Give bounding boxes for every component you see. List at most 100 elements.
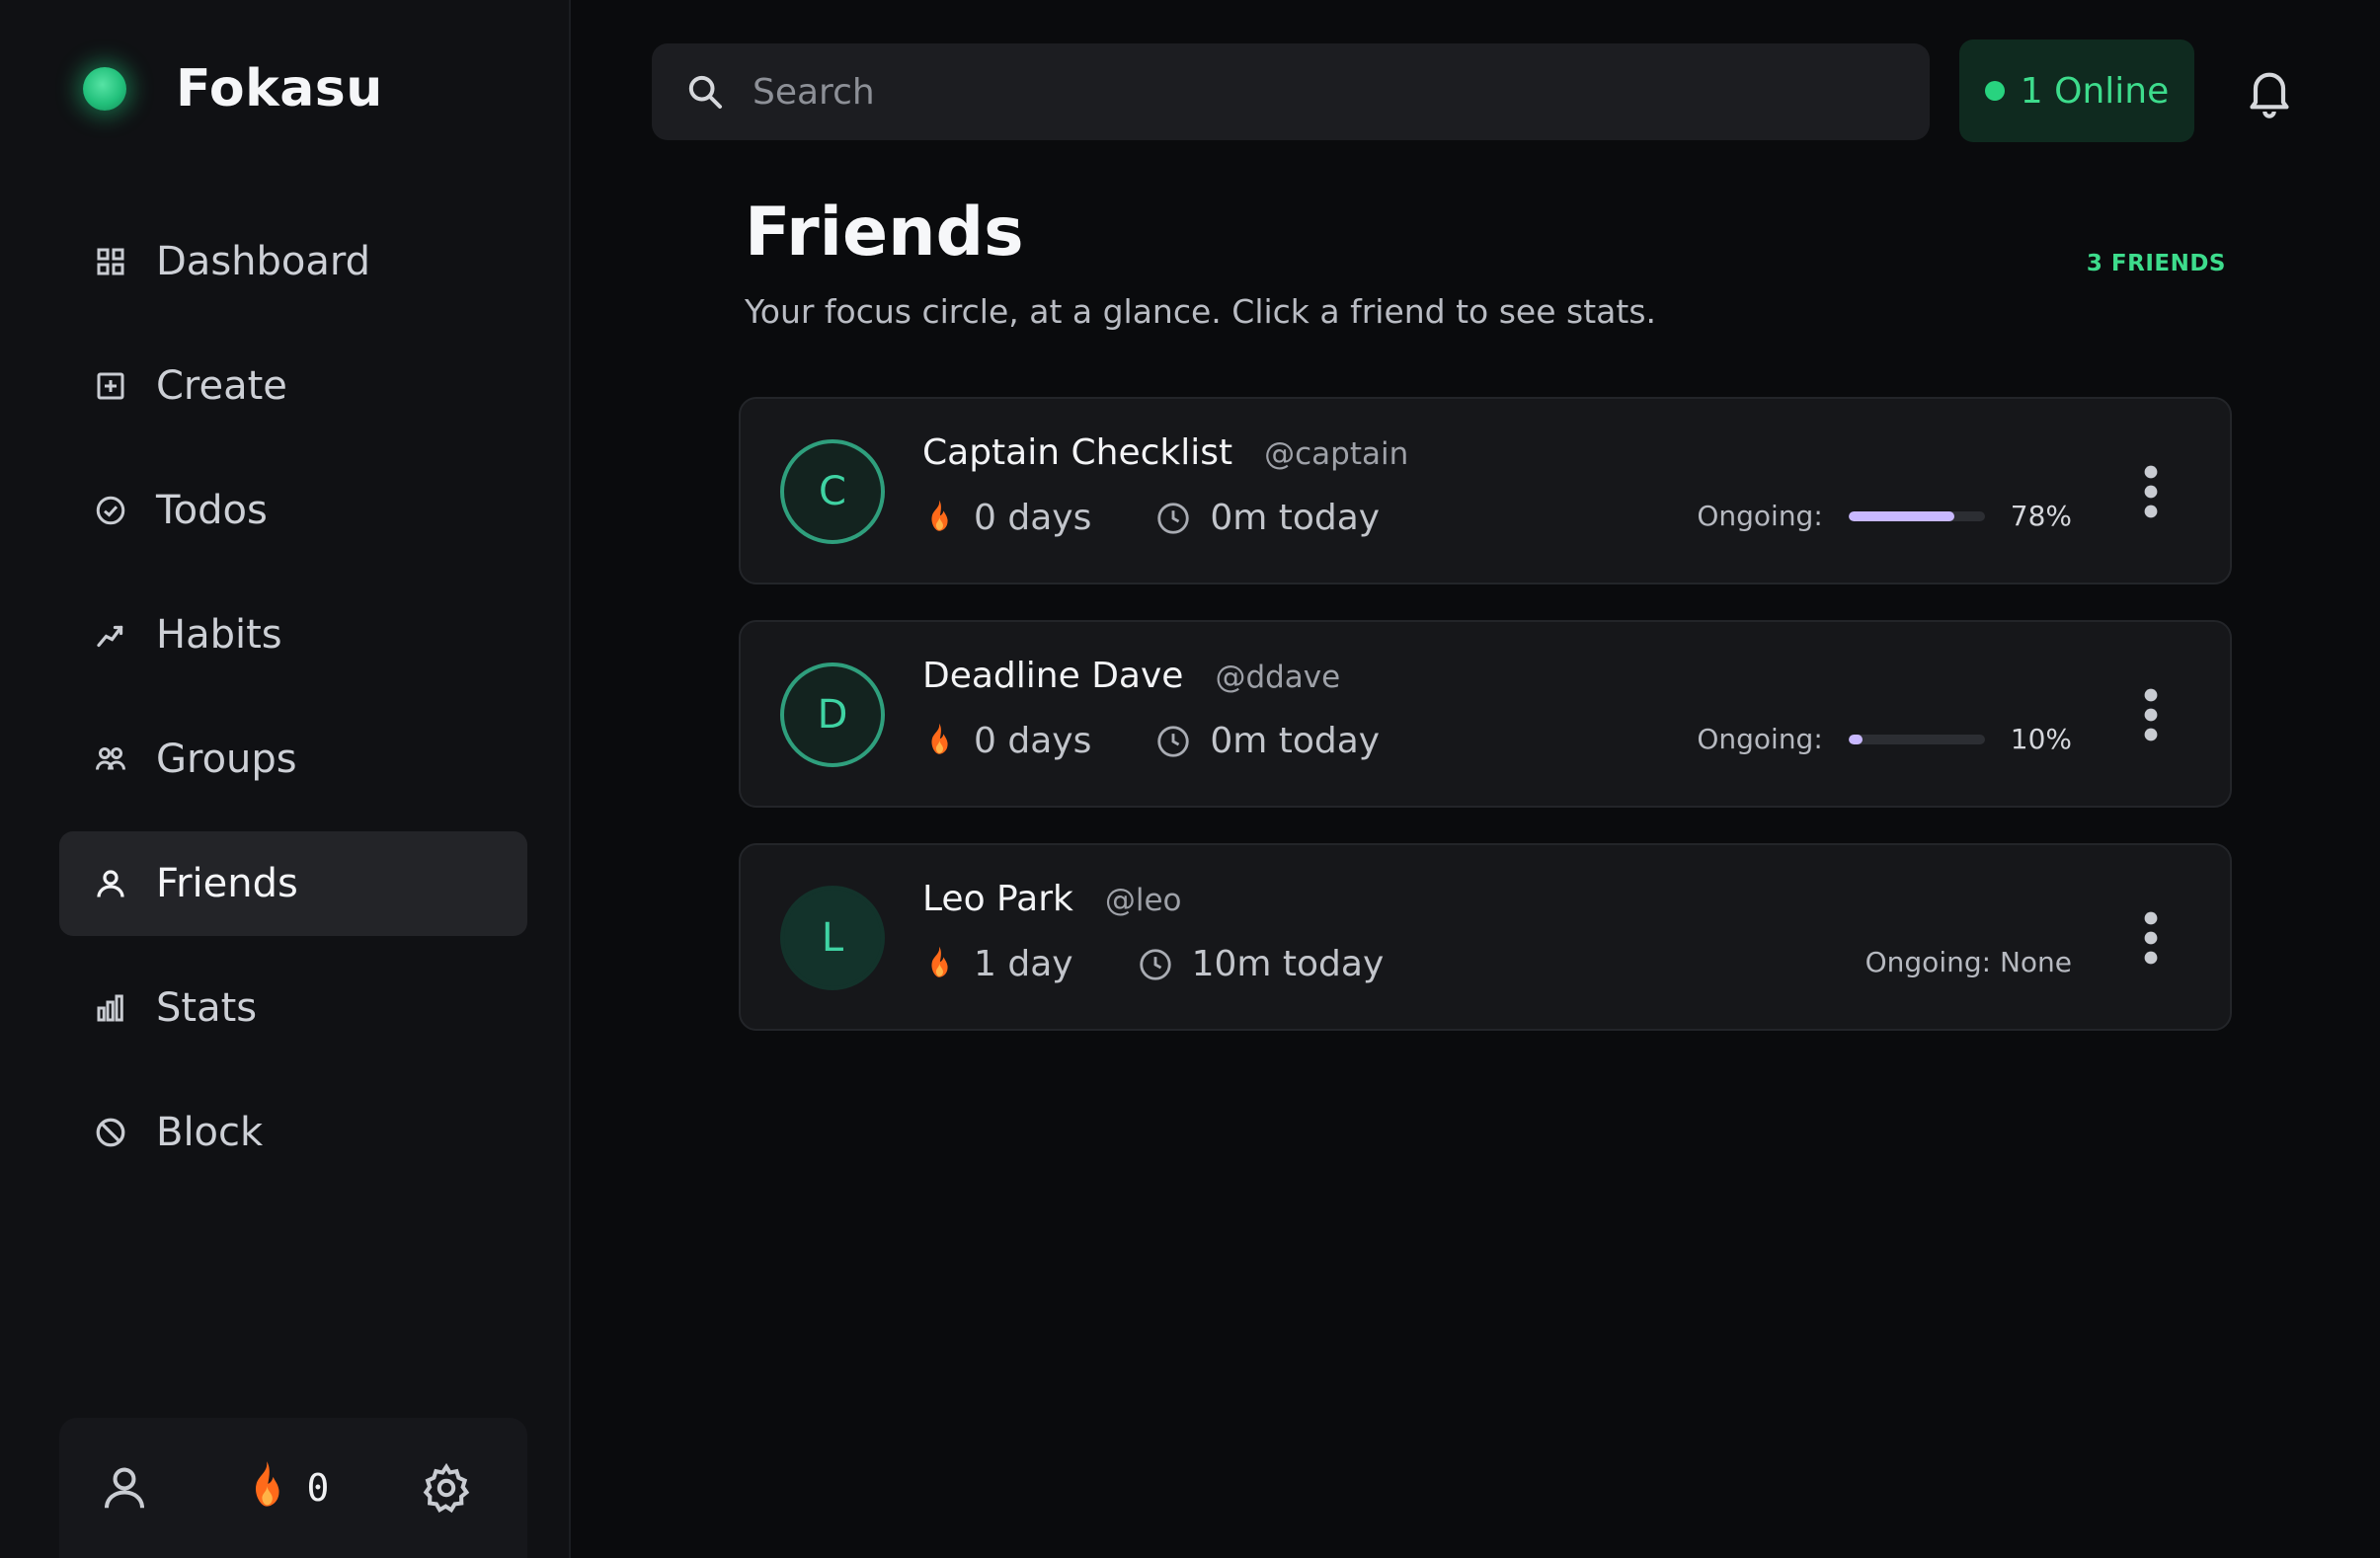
friend-menu-button[interactable] [2131,908,2171,968]
sidebar-nav: Dashboard Create Todos Habits Groups Fri… [59,209,527,1205]
today-value: 0m today [1210,498,1381,538]
ongoing-progress-fill [1848,510,1955,521]
gear-icon [423,1462,470,1514]
more-vertical-icon [2144,911,2158,965]
friend-stats: 0 days 0m today [922,721,1443,761]
streak-value: 1 day [974,944,1073,984]
sidebar-item-dashboard[interactable]: Dashboard [59,209,527,314]
friend-menu-button[interactable] [2131,462,2171,521]
avatar: C [780,439,885,544]
flame-icon [931,946,948,977]
bell-icon [2250,72,2289,118]
bar-chart-icon [93,990,128,1026]
sidebar-item-stats[interactable]: Stats [59,956,527,1060]
group-icon [93,741,128,777]
clock-icon [1157,725,1190,757]
trend-icon [93,617,128,653]
ongoing-status: Ongoing: 10% [1697,723,2072,755]
app-name: Fokasu [176,59,383,118]
more-vertical-icon [2144,465,2158,518]
streak-value: 0 days [974,721,1092,761]
flame-icon [931,723,948,754]
today-stat: 0m today [1154,498,1380,538]
brand[interactable]: Fokasu [83,59,383,118]
friend-handle: @leo [1104,883,1182,918]
ongoing-label: Ongoing: None [1864,946,2072,978]
sidebar-item-habits[interactable]: Habits [59,583,527,687]
online-dot-icon [1984,81,2005,101]
friend-menu-button[interactable] [2131,685,2171,744]
page-title: Friends [745,194,1024,272]
friend-name-row: Deadline Dave @ddave [922,656,1340,696]
sidebar-footer: 0 [59,1418,527,1558]
flame-icon [931,500,948,531]
ongoing-progress-bar [1848,734,1985,744]
user-icon [93,866,128,901]
ongoing-percent: 78% [2010,500,2072,532]
avatar: L [780,886,885,990]
friend-handle: @ddave [1215,660,1341,695]
today-value: 10m today [1191,944,1385,984]
ongoing-progress-fill [1848,734,1863,744]
plus-square-icon [93,368,128,404]
app-root: Fokasu Dashboard Create Todos Habits Gro… [0,0,2380,1558]
streak-stat: 0 days [922,721,1091,761]
sidebar-item-label: Dashboard [156,239,371,284]
ongoing-status: Ongoing: 78% [1697,500,2072,532]
notifications-button[interactable] [2242,63,2297,118]
streak-stat: 1 day [922,944,1073,984]
user-outline-icon [104,1467,145,1509]
flame-icon [255,1461,279,1507]
friend-card[interactable]: D Deadline Dave @ddave 0 days 0m today O… [739,620,2232,808]
sidebar-item-label: Habits [156,612,282,658]
friend-name: Deadline Dave [922,656,1184,696]
friend-count-badge: 3 FRIENDS [2086,251,2226,276]
ongoing-progress-bar [1848,510,1985,521]
sidebar-item-block[interactable]: Block [59,1080,527,1185]
search-bar[interactable] [652,43,1930,140]
avatar: D [780,662,885,767]
today-value: 0m today [1210,721,1381,761]
friend-name: Leo Park [922,879,1073,919]
settings-button[interactable] [417,1458,476,1518]
sidebar-item-label: Todos [156,488,268,533]
friend-card[interactable]: C Captain Checklist @captain 0 days 0m t… [739,397,2232,584]
sidebar-item-label: Create [156,363,287,409]
friend-name-row: Leo Park @leo [922,879,1182,919]
profile-button[interactable] [95,1458,154,1518]
search-icon [688,75,722,109]
search-input[interactable] [753,52,1930,131]
friend-name: Captain Checklist [922,432,1233,473]
streak-stat: 0 days [922,498,1091,538]
streak-value: 0 days [974,498,1092,538]
friend-name-row: Captain Checklist @captain [922,432,1408,473]
ongoing-label: Ongoing: [1697,723,1823,755]
friend-stats: 0 days 0m today [922,498,1443,538]
ongoing-status: Ongoing: None [1865,946,2072,978]
block-icon [93,1115,128,1150]
streak-count: 0 [306,1466,330,1510]
sidebar: Fokasu Dashboard Create Todos Habits Gro… [0,0,571,1558]
friend-stats: 1 day 10m today [922,944,1447,984]
friend-card[interactable]: L Leo Park @leo 1 day 10m today Ongoing:… [739,843,2232,1031]
sidebar-item-create[interactable]: Create [59,334,527,438]
sidebar-item-label: Stats [156,985,258,1031]
clock-icon [1139,948,1171,980]
sidebar-item-todos[interactable]: Todos [59,458,527,563]
sidebar-item-label: Block [156,1110,264,1155]
ongoing-label: Ongoing: [1697,500,1823,532]
sidebar-item-groups[interactable]: Groups [59,707,527,812]
more-vertical-icon [2144,688,2158,741]
today-stat: 10m today [1137,944,1385,984]
clock-icon [1157,502,1190,534]
page-subtitle: Your focus circle, at a glance. Click a … [745,292,1657,331]
friend-list: C Captain Checklist @captain 0 days 0m t… [739,397,2232,1066]
logo-dot-icon [83,67,126,111]
online-status-button[interactable]: 1 Online [1959,39,2194,142]
streak-indicator[interactable]: 0 [242,1459,330,1517]
sidebar-item-friends[interactable]: Friends [59,831,527,936]
grid-icon [93,244,128,279]
ongoing-percent: 10% [2010,723,2072,755]
online-label: 1 Online [2020,70,2170,112]
sidebar-item-label: Groups [156,737,297,782]
